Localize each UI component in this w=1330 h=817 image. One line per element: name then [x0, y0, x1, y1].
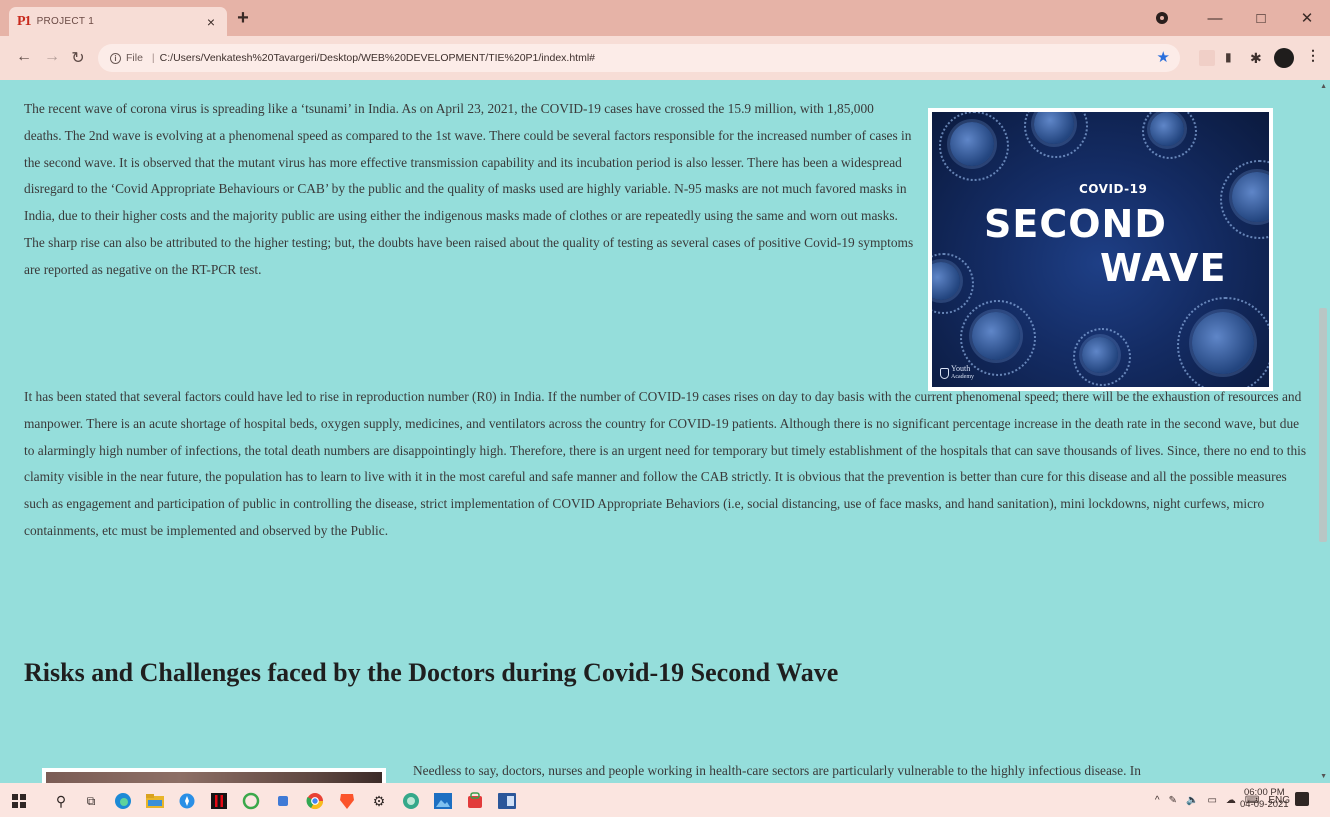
virus-icon — [960, 300, 1036, 376]
youth-academy-logo: Youth Academy — [940, 365, 974, 381]
minimize-button[interactable]: — — [1192, 0, 1238, 36]
scheme-label: File — [126, 52, 143, 64]
forward-arrow-icon[interactable]: → — [42, 48, 62, 66]
new-tab-button[interactable]: + — [232, 8, 254, 30]
second-wave-image: COVID-19 SECOND WAVE Youth Academy — [928, 108, 1273, 391]
taskbar: ⚲ ⧉ ⚙ ^ ✎ 🔈 ▭ ☁ ⌨ ENG 06:00 PM 04-09-202… — [0, 783, 1330, 817]
virus-icon — [939, 112, 1009, 181]
extensions-puzzle-icon[interactable]: ✱ — [1250, 50, 1266, 66]
scroll-up-arrow-icon[interactable]: ▲ — [1320, 83, 1327, 90]
window-controls: — □ ✕ — [1156, 0, 1330, 36]
maximize-button[interactable]: □ — [1238, 0, 1284, 36]
pen-icon[interactable]: ✎ — [1169, 795, 1177, 806]
browser-toolbar: ← → ↻ i File | C:/Users/Venkatesh%20Tava… — [0, 36, 1330, 80]
close-window-button[interactable]: ✕ — [1284, 0, 1330, 36]
second-wave-image-art: COVID-19 SECOND WAVE Youth Academy — [932, 112, 1269, 387]
virus-icon — [932, 252, 974, 314]
address-bar[interactable]: i File | C:/Users/Venkatesh%20Tavargeri/… — [98, 44, 1180, 72]
virus-icon — [1024, 112, 1088, 158]
onedrive-icon[interactable]: ☁ — [1226, 795, 1236, 806]
app-icon[interactable] — [274, 792, 292, 810]
shield-icon — [940, 367, 949, 379]
volume-icon[interactable]: 🔈 — [1186, 795, 1198, 806]
windows-start-icon[interactable] — [10, 792, 28, 810]
task-view-icon[interactable]: ⧉ — [82, 792, 100, 810]
tab-strip: P1 PROJECT 1 × + — □ ✕ — [0, 0, 1330, 36]
search-icon[interactable]: ⚲ — [52, 792, 70, 810]
paragraph-intro: The recent wave of corona virus is sprea… — [24, 101, 914, 277]
logo-line-1: Youth — [951, 364, 971, 373]
record-indicator-icon[interactable] — [1156, 12, 1168, 24]
tab-favicon: P1 — [17, 13, 32, 29]
photos-icon[interactable] — [434, 792, 452, 810]
address-separator: | — [151, 52, 155, 64]
bookmark-star-icon[interactable]: ★ — [1157, 48, 1170, 66]
virus-icon — [1073, 328, 1131, 386]
scrollbar-thumb[interactable] — [1319, 308, 1327, 542]
doctors-image — [42, 768, 386, 783]
store-icon[interactable] — [466, 792, 484, 810]
doctors-image-photo — [46, 772, 382, 783]
image-title-line-2: WAVE — [1100, 246, 1227, 290]
section-heading: Risks and Challenges faced by the Doctor… — [24, 658, 839, 687]
tab-project-1[interactable]: P1 PROJECT 1 × — [9, 7, 227, 36]
image-title-line-1: SECOND — [984, 202, 1167, 246]
paragraph-doctors: Needless to say, doctors, nurses and peo… — [413, 763, 1141, 778]
menu-kebab-icon[interactable]: ⋮ — [1306, 47, 1320, 64]
safari-icon[interactable] — [178, 792, 196, 810]
edge-browser-icon[interactable] — [114, 792, 132, 810]
profile-avatar[interactable] — [1274, 48, 1294, 68]
settings-gear-icon[interactable]: ⚙ — [370, 792, 388, 810]
image-tag: COVID-19 — [1079, 182, 1148, 196]
notification-center-icon[interactable] — [1295, 792, 1309, 806]
virus-icon — [1141, 112, 1197, 159]
browser-app-icon[interactable] — [402, 792, 420, 810]
virus-icon — [1176, 296, 1269, 387]
url-text[interactable]: C:/Users/Venkatesh%20Tavargeri/Desktop/W… — [160, 52, 595, 64]
file-explorer-icon[interactable] — [146, 792, 164, 810]
brave-icon[interactable] — [338, 792, 356, 810]
paragraph-reproduction-number: It has been stated that several factors … — [24, 389, 1307, 538]
clock[interactable]: 06:00 PM 04-09-2021 — [1240, 787, 1289, 811]
scroll-down-arrow-icon[interactable]: ▼ — [1320, 773, 1327, 780]
site-info-icon[interactable]: i — [110, 52, 121, 64]
greenshot-icon[interactable] — [242, 792, 260, 810]
chrome-icon[interactable] — [306, 792, 324, 810]
network-icon[interactable]: ▭ — [1207, 795, 1216, 806]
virus-icon — [1219, 159, 1269, 239]
word-icon[interactable] — [498, 792, 516, 810]
logo-line-2: Academy — [951, 374, 974, 380]
netflix-icon[interactable] — [210, 792, 228, 810]
tray-overflow-icon[interactable]: ^ — [1155, 795, 1160, 806]
clock-date: 04-09-2021 — [1240, 799, 1289, 810]
tab-title: PROJECT 1 — [36, 16, 95, 27]
page-viewport: The recent wave of corona virus is sprea… — [0, 80, 1330, 783]
reload-icon[interactable]: ↻ — [68, 48, 88, 68]
clock-time: 06:00 PM — [1243, 787, 1285, 798]
back-arrow-icon[interactable]: ← — [14, 48, 34, 66]
extension-icon[interactable] — [1199, 50, 1215, 66]
page-scrollbar[interactable]: ▲ ▼ — [1316, 80, 1330, 783]
lock-extension-icon[interactable]: ▮ — [1225, 50, 1241, 66]
tab-close-icon[interactable]: × — [203, 14, 219, 30]
